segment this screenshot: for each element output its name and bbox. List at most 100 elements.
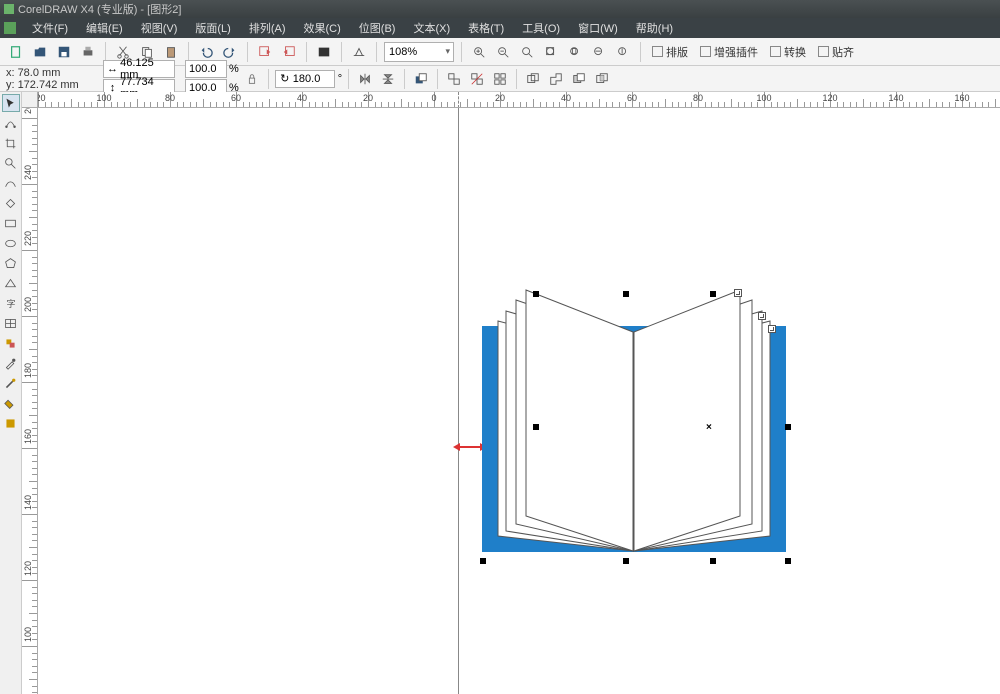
eyedropper-icon[interactable] <box>2 354 20 372</box>
sel-handle-ne[interactable] <box>710 291 716 297</box>
rectangle-tool-icon[interactable] <box>2 214 20 232</box>
to-front-icon[interactable] <box>411 69 431 89</box>
ellipse-tool-icon[interactable] <box>2 234 20 252</box>
ruler-vertical[interactable]: 260240220200180160140120100 <box>22 108 38 694</box>
menu-tools[interactable]: 工具(O) <box>514 18 568 38</box>
pick-tool-icon[interactable] <box>2 94 20 112</box>
zoom-page-icon[interactable] <box>565 42 585 62</box>
corner-handle-1[interactable] <box>734 289 742 297</box>
back-minus-icon[interactable] <box>661 69 681 89</box>
sel-handle-se[interactable] <box>785 558 791 564</box>
mirror-h-icon[interactable] <box>355 69 375 89</box>
menu-window[interactable]: 窗口(W) <box>570 18 626 38</box>
app-title: CorelDRAW X4 (专业版) - [图形2] <box>18 1 181 17</box>
menu-arrange[interactable]: 排列(A) <box>241 18 294 38</box>
sel-handle-e[interactable] <box>785 424 791 430</box>
mirror-v-icon[interactable] <box>378 69 398 89</box>
app-launcher-icon[interactable] <box>314 42 334 62</box>
rotate-icon: ↻ <box>279 73 291 85</box>
ruler-horizontal[interactable]: 12010080604020020406080100120140160 <box>22 92 1000 108</box>
scale-x-input[interactable]: 100.0 <box>185 60 227 78</box>
ruler-v-label: 160 <box>23 429 33 444</box>
menu-edit[interactable]: 编辑(E) <box>78 18 131 38</box>
zoom-selection-icon[interactable] <box>517 42 537 62</box>
menu-text[interactable]: 文本(X) <box>405 18 458 38</box>
snap-button[interactable]: 贴齐 <box>814 42 858 62</box>
sel-handle-w[interactable] <box>533 424 539 430</box>
menu-table[interactable]: 表格(T) <box>460 18 512 38</box>
sel-handle-n[interactable] <box>623 291 629 297</box>
save-icon[interactable] <box>54 42 74 62</box>
ruler-v-label: 120 <box>23 561 33 576</box>
ruler-h-label: 140 <box>888 93 903 103</box>
ruler-corner[interactable] <box>22 92 38 108</box>
redo-icon[interactable] <box>220 42 240 62</box>
smart-fill-icon[interactable] <box>2 194 20 212</box>
ruler-h-label: 60 <box>231 93 241 103</box>
zoom-in-icon[interactable] <box>469 42 489 62</box>
zoom-out-icon[interactable] <box>493 42 513 62</box>
sel-handle-s2[interactable] <box>710 558 716 564</box>
crop-tool-icon[interactable] <box>2 134 20 152</box>
outline-tool-icon[interactable] <box>2 374 20 392</box>
simplify-icon[interactable] <box>615 69 635 89</box>
zoom-tool-icon[interactable] <box>2 154 20 172</box>
interactive-fill-icon[interactable] <box>2 414 20 432</box>
rotation-input[interactable]: ↻ 180.0 <box>275 70 335 88</box>
combine-icon[interactable] <box>523 69 543 89</box>
convert-button[interactable]: 转换 <box>766 42 810 62</box>
trim-icon[interactable] <box>569 69 589 89</box>
intersect-icon[interactable] <box>592 69 612 89</box>
title-bar: CorelDRAW X4 (专业版) - [图形2] <box>0 0 1000 18</box>
ruler-h-label: 60 <box>627 93 637 103</box>
zoom-height-icon[interactable] <box>613 42 633 62</box>
plugin-button[interactable]: 增强插件 <box>696 42 762 62</box>
weld-icon[interactable] <box>546 69 566 89</box>
zoom-width-icon[interactable] <box>589 42 609 62</box>
corner-handle-3[interactable] <box>768 325 776 333</box>
text-tool-icon[interactable]: 字 <box>2 294 20 312</box>
import-icon[interactable] <box>255 42 275 62</box>
ruler-h-label: 40 <box>561 93 571 103</box>
front-minus-icon[interactable] <box>638 69 658 89</box>
layout-button[interactable]: 排版 <box>648 42 692 62</box>
menu-view[interactable]: 视图(V) <box>133 18 186 38</box>
menu-effects[interactable]: 效果(C) <box>296 18 349 38</box>
export-icon[interactable] <box>279 42 299 62</box>
corner-handle-2[interactable] <box>758 312 766 320</box>
sel-handle-s[interactable] <box>623 558 629 564</box>
menu-layout[interactable]: 版面(L) <box>187 18 238 38</box>
book-object[interactable] <box>478 286 798 566</box>
sel-center-marker[interactable]: × <box>706 422 712 433</box>
shape-tool-icon[interactable] <box>2 114 20 132</box>
undo-icon[interactable] <box>196 42 216 62</box>
open-icon[interactable] <box>30 42 50 62</box>
zoom-level[interactable]: 108% <box>384 42 454 62</box>
sel-handle-sw[interactable] <box>480 558 486 564</box>
lock-ratio-icon[interactable] <box>242 69 262 89</box>
ungroup-icon[interactable] <box>467 69 487 89</box>
polygon-tool-icon[interactable] <box>2 254 20 272</box>
freehand-tool-icon[interactable] <box>2 174 20 192</box>
basic-shapes-icon[interactable] <box>2 274 20 292</box>
zoom-all-icon[interactable] <box>541 42 561 62</box>
sel-handle-nw[interactable] <box>533 291 539 297</box>
menu-file[interactable]: 文件(F) <box>24 18 76 38</box>
ungroup-all-icon[interactable] <box>490 69 510 89</box>
page-edge <box>458 108 459 694</box>
new-icon[interactable] <box>6 42 26 62</box>
menu-bar: 文件(F) 编辑(E) 视图(V) 版面(L) 排列(A) 效果(C) 位图(B… <box>0 18 1000 38</box>
doc-icon <box>4 22 16 34</box>
menu-help[interactable]: 帮助(H) <box>628 18 681 38</box>
interactive-tool-icon[interactable] <box>2 334 20 352</box>
fill-tool-icon[interactable] <box>2 394 20 412</box>
canvas[interactable]: × <box>38 108 1000 694</box>
print-icon[interactable] <box>78 42 98 62</box>
ruler-h-label: 20 <box>495 93 505 103</box>
position-readout: x:78.0 mm y:172.742 mm <box>4 67 100 91</box>
table-tool-icon[interactable] <box>2 314 20 332</box>
group-icon[interactable] <box>444 69 464 89</box>
welcome-icon[interactable] <box>349 42 369 62</box>
ruler-h-label: 40 <box>297 93 307 103</box>
menu-bitmap[interactable]: 位图(B) <box>351 18 404 38</box>
